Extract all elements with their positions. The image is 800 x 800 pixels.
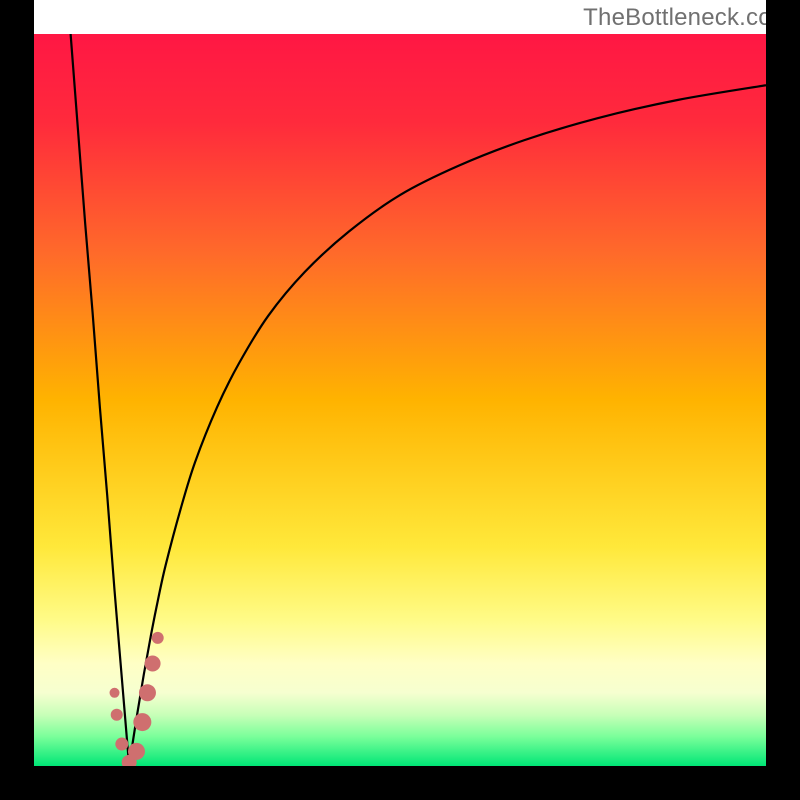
marker-point [152,632,164,644]
marker-point [128,743,145,760]
marker-point [133,713,151,731]
gradient-background [34,34,766,766]
marker-point [110,688,120,698]
marker-point [139,684,156,701]
plot-area [34,34,766,766]
frame-left [0,0,34,800]
top-strip: TheBottleneck.com [0,0,800,34]
frame-right [766,0,800,800]
marker-point [115,738,128,751]
marker-point [145,656,161,672]
watermark-text: TheBottleneck.com [583,4,792,32]
marker-point [111,709,123,721]
bottleneck-chart: TheBottleneck.com [0,0,800,800]
chart-svg [34,34,766,766]
frame-bottom [0,766,800,800]
